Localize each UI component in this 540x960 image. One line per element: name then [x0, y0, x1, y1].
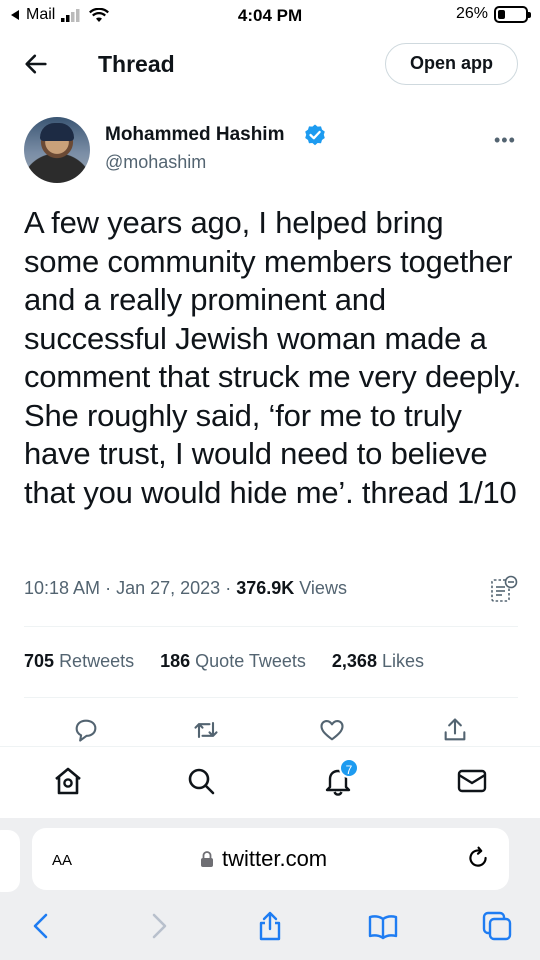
- tweet-meta: 10:18 AM · Jan 27, 2023 · 376.9K Views: [24, 578, 347, 598]
- like-icon[interactable]: [318, 716, 346, 744]
- author-name[interactable]: Mohammed Hashim: [105, 124, 284, 146]
- arrow-left-icon[interactable]: [22, 50, 50, 78]
- status-bar: Mail 4:04 PM 26%: [0, 0, 540, 30]
- views-label: Views: [299, 578, 347, 598]
- retweet-icon[interactable]: [192, 716, 220, 744]
- more-options-icon[interactable]: •••: [494, 130, 516, 151]
- analytics-icon[interactable]: [490, 575, 518, 603]
- browser-back-icon[interactable]: [26, 910, 58, 942]
- reader-options-button[interactable]: AA: [52, 847, 72, 871]
- divider: [24, 626, 518, 627]
- divider: [24, 697, 518, 698]
- avatar[interactable]: [24, 117, 90, 183]
- address-bar[interactable]: AA twitter.com: [32, 828, 509, 890]
- lock-icon: [201, 851, 213, 867]
- thread-header: Thread Open app: [0, 36, 540, 94]
- author-handle[interactable]: @mohashim: [105, 152, 206, 173]
- url-text: twitter.com: [222, 846, 328, 871]
- reply-icon[interactable]: [72, 716, 100, 744]
- bookmarks-icon[interactable]: [367, 910, 399, 942]
- share-icon[interactable]: [441, 716, 469, 744]
- browser-forward-icon[interactable]: [142, 910, 174, 942]
- tabs-icon[interactable]: [481, 910, 513, 942]
- notification-badge: 7: [339, 758, 359, 778]
- open-app-button[interactable]: Open app: [385, 43, 518, 85]
- views-count: 376.9K: [236, 578, 295, 598]
- engagement-stats: 705 Retweets 186 Quote Tweets 2,368 Like…: [24, 651, 424, 672]
- messages-icon[interactable]: [456, 765, 488, 797]
- status-right: 26%: [455, 5, 531, 23]
- reload-icon[interactable]: [465, 845, 491, 871]
- bottom-navigation: 7: [0, 746, 540, 818]
- safari-toolbar: AA twitter.com: [0, 818, 540, 960]
- verified-badge-icon: [305, 124, 325, 146]
- tweet-date: Jan 27, 2023: [116, 578, 221, 598]
- browser-share-icon[interactable]: [254, 910, 286, 942]
- search-icon[interactable]: [185, 765, 217, 797]
- tweet-text: A few years ago, I helped bring some com…: [24, 205, 522, 510]
- retweets-stat[interactable]: 705 Retweets: [24, 651, 134, 672]
- page-title: Thread: [98, 51, 175, 77]
- battery-percent: 26%: [455, 5, 488, 22]
- likes-stat[interactable]: 2,368 Likes: [332, 651, 424, 672]
- previous-tab-peek[interactable]: [0, 830, 20, 892]
- home-icon[interactable]: [52, 765, 84, 797]
- quotes-stat[interactable]: 186 Quote Tweets: [160, 651, 306, 672]
- url-display[interactable]: twitter.com: [200, 846, 327, 872]
- tweet-time: 10:18 AM: [24, 578, 101, 598]
- battery-icon: [494, 5, 531, 23]
